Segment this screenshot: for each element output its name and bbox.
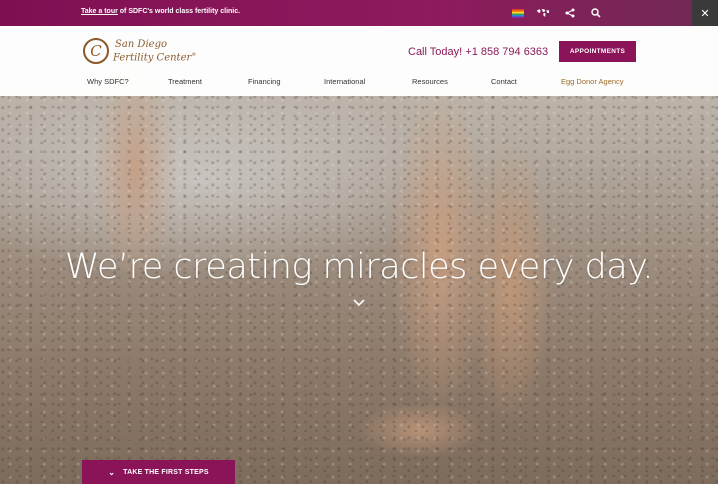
take-first-steps-button[interactable]: ⌄ TAKE THE FIRST STEPS bbox=[82, 460, 235, 484]
chevron-down-icon: ⌄ bbox=[108, 467, 116, 477]
nav-contact[interactable]: Contact bbox=[491, 77, 517, 86]
share-icon[interactable] bbox=[563, 6, 577, 20]
nav-resources[interactable]: Resources bbox=[412, 77, 448, 86]
call-phone-link[interactable]: Call Today! +1 858 794 6363 bbox=[408, 46, 548, 58]
cta-label: TAKE THE FIRST STEPS bbox=[123, 468, 209, 476]
promo-bar: Take a tour of SDFC's world class fertil… bbox=[0, 0, 718, 26]
logo-line-2: Fertility Center bbox=[113, 52, 192, 64]
promo-text: Take a tour of SDFC's world class fertil… bbox=[81, 8, 241, 15]
hero-headline: We’re creating miracles every day. bbox=[64, 247, 654, 287]
appointments-button[interactable]: APPOINTMENTS bbox=[559, 41, 636, 62]
nav-why-sdfc[interactable]: Why SDFC? bbox=[87, 77, 129, 86]
logo-line-1: San Diego bbox=[115, 38, 167, 50]
logo-mark-icon: C bbox=[83, 38, 109, 64]
logo[interactable]: C San Diego Fertility Center® bbox=[83, 38, 196, 64]
rainbow-flag-icon[interactable] bbox=[511, 6, 525, 20]
site-header: C San Diego Fertility Center® Call Today… bbox=[0, 26, 718, 96]
close-promo-button[interactable]: ✕ bbox=[692, 0, 718, 26]
nav-international[interactable]: International bbox=[324, 77, 365, 86]
scroll-down-chevron-icon[interactable] bbox=[352, 298, 366, 308]
close-icon: ✕ bbox=[700, 7, 710, 20]
nav-financing[interactable]: Financing bbox=[248, 77, 281, 86]
world-map-icon[interactable] bbox=[536, 6, 550, 20]
search-icon[interactable] bbox=[589, 6, 603, 20]
nav-treatment[interactable]: Treatment bbox=[168, 77, 202, 86]
promo-tour-link[interactable]: Take a tour bbox=[81, 8, 118, 15]
nav-egg-donor-agency[interactable]: Egg Donor Agency bbox=[561, 77, 624, 86]
